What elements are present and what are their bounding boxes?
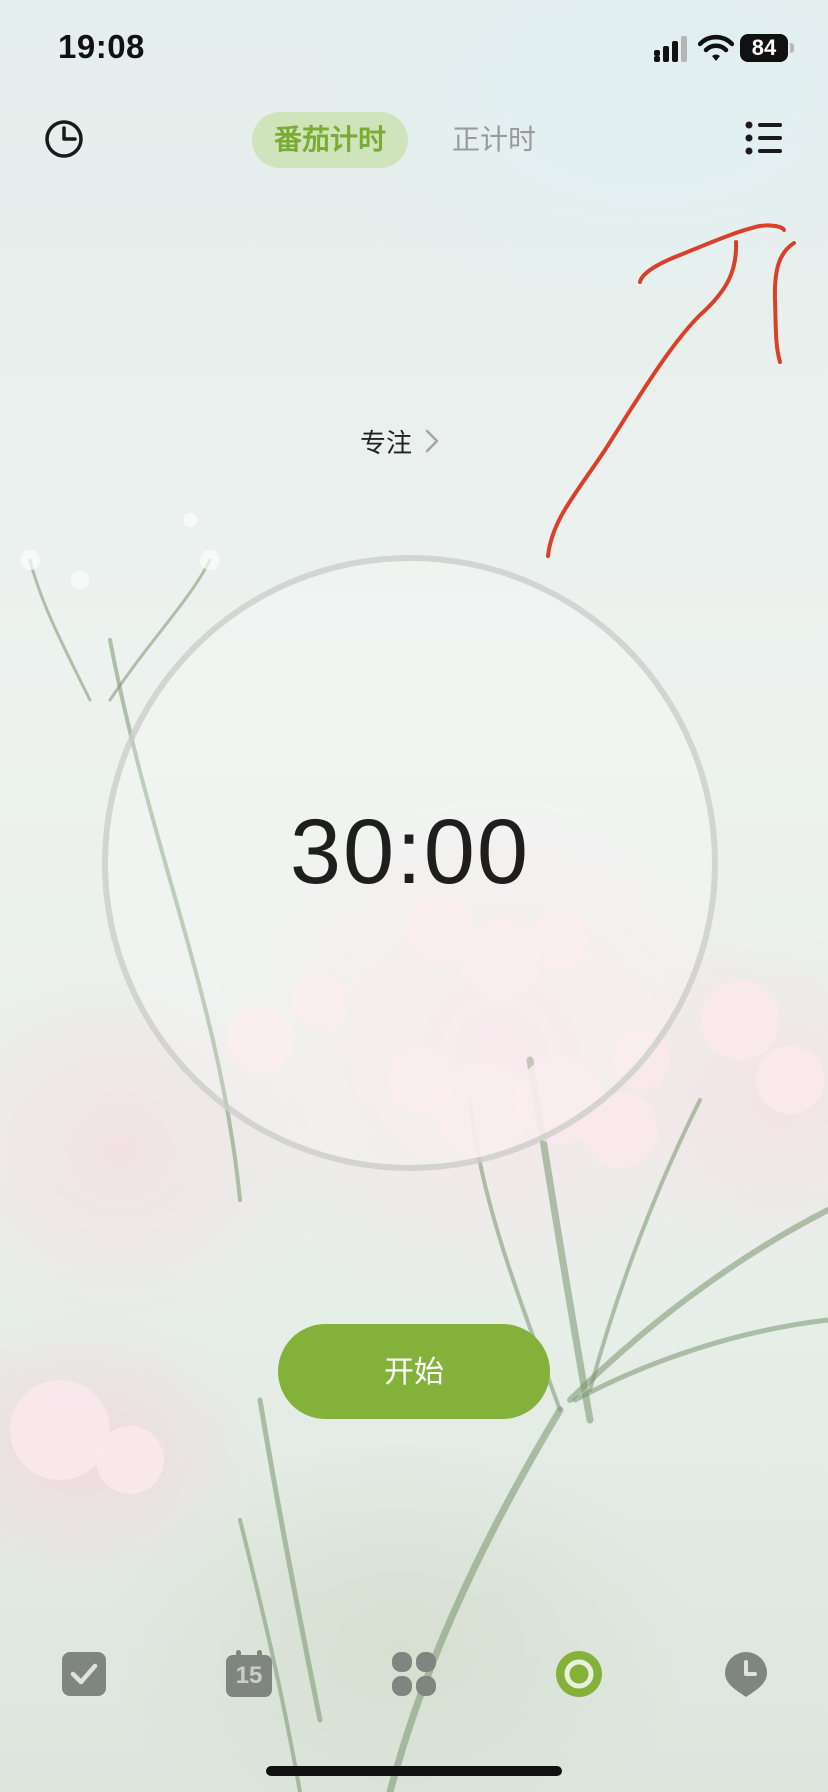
- list-settings-icon[interactable]: [744, 118, 784, 158]
- clock-pin-icon[interactable]: [722, 1650, 770, 1698]
- home-indicator: [266, 1766, 562, 1776]
- pomodoro-ring-icon[interactable]: [555, 1650, 603, 1698]
- nav-calendar[interactable]: 15: [224, 1650, 274, 1698]
- battery-cap: [790, 43, 794, 53]
- focus-task-selector[interactable]: 专注: [360, 420, 440, 462]
- cellular-signal-icon: [654, 36, 687, 62]
- timer-display: 30:00: [289, 801, 531, 903]
- checkbox-icon[interactable]: [60, 1650, 108, 1698]
- timer-mode-tabs: 番茄计时 正计时: [252, 112, 558, 168]
- focus-label: 专注: [360, 428, 413, 459]
- tab-stopwatch[interactable]: 正计时: [430, 112, 558, 168]
- four-quadrant-icon[interactable]: [390, 1650, 438, 1698]
- battery-indicator: 84: [740, 34, 796, 62]
- status-time: 19:08: [58, 28, 145, 65]
- bottom-nav: 15: [0, 1620, 828, 1730]
- calendar-day: 15: [235, 1662, 263, 1689]
- chevron-right-icon: [425, 429, 439, 453]
- start-button[interactable]: 开始: [278, 1324, 550, 1419]
- history-clock-icon[interactable]: [42, 117, 86, 161]
- battery-level: 84: [740, 34, 788, 62]
- wifi-icon: [698, 34, 734, 61]
- tab-pomodoro[interactable]: 番茄计时: [252, 112, 409, 168]
